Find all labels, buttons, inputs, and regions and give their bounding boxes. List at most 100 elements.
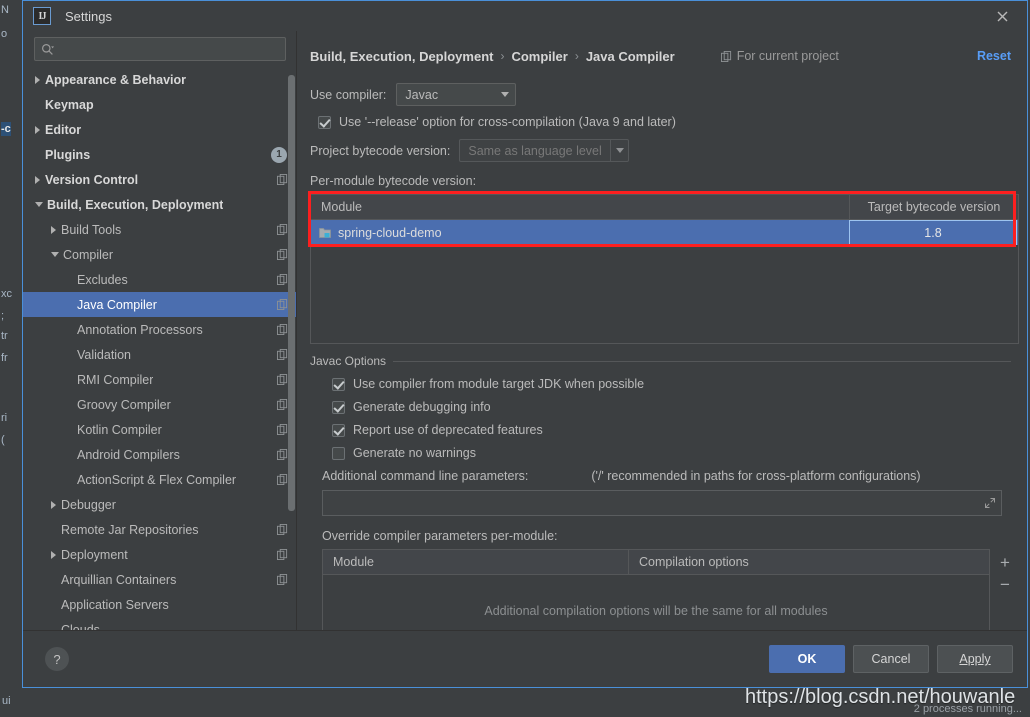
sidebar-item-groovy-compiler[interactable]: Groovy Compiler	[23, 392, 296, 417]
sidebar-item-java-compiler[interactable]: Java Compiler	[23, 292, 296, 317]
project-bytecode-row: Project bytecode version: Same as langua…	[310, 139, 1011, 162]
sidebar-item-android-compilers[interactable]: Android Compilers	[23, 442, 296, 467]
sidebar-item-annotation-processors[interactable]: Annotation Processors	[23, 317, 296, 342]
sidebar-item-label: Debugger	[61, 497, 116, 512]
apply-button[interactable]: Apply	[937, 645, 1013, 673]
search-input[interactable]	[58, 42, 279, 56]
sidebar-item-keymap[interactable]: Keymap	[23, 92, 296, 117]
sidebar-item-version-control[interactable]: Version Control	[23, 167, 296, 192]
column-header-target-bytecode-version[interactable]: Target bytecode version	[850, 195, 1018, 219]
sidebar-item-arquillian-containers[interactable]: Arquillian Containers	[23, 567, 296, 592]
sidebar-item-label: Keymap	[45, 97, 94, 112]
sidebar-item-excludes[interactable]: Excludes	[23, 267, 296, 292]
release-option-checkbox[interactable]	[318, 115, 331, 129]
sidebar-tree-scroll: Appearance & Behavior Keymap Editor Plugins…	[23, 67, 296, 630]
scope-indicator-label: For current project	[736, 49, 839, 63]
column-header-compilation-options[interactable]: Compilation options	[629, 550, 989, 574]
additional-params-input[interactable]	[323, 496, 1001, 510]
add-module-button[interactable]: +	[1024, 197, 1030, 219]
breadcrumb: Build, Execution, Deployment › Compiler …	[310, 49, 675, 64]
search-icon	[41, 43, 54, 56]
chevron-right-icon[interactable]	[51, 500, 56, 509]
ide-background-text-fragment: o	[1, 28, 8, 40]
javac-checkbox-row-3[interactable]: Generate no warnings	[332, 446, 1011, 460]
sidebar-item-actionscript-flex-compiler[interactable]: ActionScript & Flex Compiler	[23, 467, 296, 492]
per-module-bytecode-label: Per-module bytecode version:	[310, 174, 477, 188]
additional-params-field[interactable]	[322, 490, 1002, 516]
sidebar-item-kotlin-compiler[interactable]: Kotlin Compiler	[23, 417, 296, 442]
ok-button[interactable]: OK	[769, 645, 845, 673]
search-box[interactable]	[34, 37, 286, 61]
expand-icon[interactable]	[984, 497, 996, 509]
sidebar-item-compiler[interactable]: Compiler	[23, 242, 296, 267]
javac-checkbox-row-2[interactable]: Report use of deprecated features	[332, 423, 1011, 437]
per-module-bytecode-table: Module Target bytecode version spring-cl…	[310, 194, 1019, 344]
chevron-down-icon	[495, 92, 515, 97]
sidebar-item-label: Groovy Compiler	[77, 397, 171, 412]
sidebar-item-application-servers[interactable]: Application Servers	[23, 592, 296, 617]
cell-target-bytecode-version[interactable]: 1.8	[849, 220, 1017, 245]
ide-bottom-strip	[0, 688, 1030, 717]
add-override-button[interactable]: +	[994, 551, 1016, 573]
breadcrumb-row: Build, Execution, Deployment › Compiler …	[310, 31, 1011, 73]
cell-module-name[interactable]: spring-cloud-demo	[311, 220, 849, 245]
breadcrumb-item-1[interactable]: Compiler	[511, 49, 567, 64]
javac-checkbox-row-1[interactable]: Generate debugging info	[332, 400, 1011, 414]
remove-module-button[interactable]: −	[1024, 219, 1030, 241]
cancel-button[interactable]: Cancel	[853, 645, 929, 673]
chevron-right-icon[interactable]	[51, 550, 56, 559]
remove-override-button[interactable]: −	[994, 573, 1016, 595]
chevron-right-icon[interactable]	[51, 225, 56, 234]
chevron-down-icon[interactable]	[51, 252, 59, 257]
sidebar-item-plugins[interactable]: Plugins 1	[23, 142, 296, 167]
sidebar-item-label: Excludes	[77, 272, 128, 287]
sidebar-item-debugger[interactable]: Debugger	[23, 492, 296, 517]
settings-tree: Appearance & Behavior Keymap Editor Plugins…	[23, 67, 296, 630]
breadcrumb-item-0[interactable]: Build, Execution, Deployment	[310, 49, 493, 64]
sidebar-item-label: Build Tools	[61, 222, 122, 237]
chevron-right-icon[interactable]	[35, 175, 40, 184]
sidebar-scrollbar-track[interactable]	[287, 67, 296, 630]
override-table-side-buttons: + −	[992, 549, 1018, 595]
sidebar-item-deployment[interactable]: Deployment	[23, 542, 296, 567]
sidebar-item-label: Application Servers	[61, 597, 169, 612]
sidebar-item-remote-jar-repositories[interactable]: Remote Jar Repositories	[23, 517, 296, 542]
report-deprecated-features-checkbox[interactable]	[332, 423, 345, 437]
sidebar-item-appearance-behavior[interactable]: Appearance & Behavior	[23, 67, 296, 92]
sidebar-item-build-execution-deployment[interactable]: Build, Execution, Deployment	[23, 192, 296, 217]
sidebar-scrollbar-thumb[interactable]	[288, 75, 295, 511]
table-header-row: Module Target bytecode version	[311, 195, 1018, 220]
sidebar-item-rmi-compiler[interactable]: RMI Compiler	[23, 367, 296, 392]
sidebar-item-validation[interactable]: Validation	[23, 342, 296, 367]
sidebar-item-clouds[interactable]: Clouds	[23, 617, 296, 631]
per-module-bytecode-section: Module Target bytecode version spring-cl…	[308, 191, 1019, 344]
copy-icon	[720, 50, 732, 62]
generate-no-warnings-checkbox[interactable]	[332, 446, 345, 460]
chevron-down-icon[interactable]	[35, 202, 43, 207]
close-icon[interactable]	[985, 4, 1019, 28]
sidebar-item-label: Build, Execution, Deployment	[47, 197, 224, 212]
column-header-module[interactable]: Module	[323, 550, 628, 574]
report-deprecated-features-label: Report use of deprecated features	[353, 423, 543, 437]
generate-debugging-info-checkbox[interactable]	[332, 400, 345, 414]
generate-no-warnings-label: Generate no warnings	[353, 446, 476, 460]
chevron-right-icon[interactable]	[35, 75, 40, 84]
use-compiler-from-module-jdk-checkbox[interactable]	[332, 377, 345, 391]
chevron-right-icon[interactable]	[35, 125, 40, 134]
ide-background-text-fragment: N	[1, 4, 9, 16]
project-bytecode-label: Project bytecode version:	[310, 143, 451, 158]
ide-background-text-fragment: ri	[1, 412, 8, 424]
sidebar-item-build-tools[interactable]: Build Tools	[23, 217, 296, 242]
column-header-module[interactable]: Module	[311, 195, 849, 219]
reset-link[interactable]: Reset	[977, 49, 1011, 63]
sidebar-item-label: Editor	[45, 122, 82, 137]
sidebar-item-editor[interactable]: Editor	[23, 117, 296, 142]
javac-checkbox-row-0[interactable]: Use compiler from module target JDK when…	[332, 377, 1011, 391]
additional-params-label: Additional command line parameters:	[322, 469, 529, 483]
group-divider	[393, 360, 1011, 362]
table-row[interactable]: spring-cloud-demo 1.8	[311, 220, 1018, 245]
help-button[interactable]: ?	[45, 647, 69, 671]
use-compiler-dropdown[interactable]: Javac	[396, 83, 517, 106]
project-bytecode-dropdown[interactable]: Same as language level	[459, 139, 630, 162]
release-option-row[interactable]: Use '--release' option for cross-compila…	[318, 115, 1011, 129]
